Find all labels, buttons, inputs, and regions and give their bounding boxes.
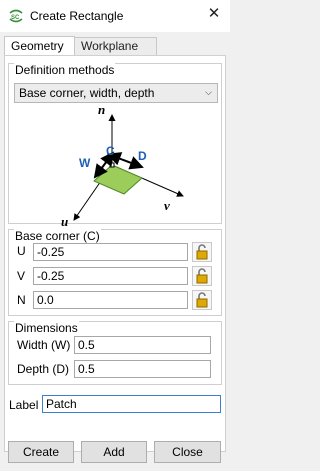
label-field-label: Label bbox=[9, 398, 39, 412]
window-title: Create Rectangle bbox=[30, 9, 124, 23]
n-axis-label: n bbox=[98, 108, 105, 117]
u-label: U bbox=[17, 244, 26, 258]
depth-input[interactable]: 0.5 bbox=[74, 360, 211, 378]
create-button[interactable]: Create bbox=[8, 441, 74, 463]
definition-method-value: Base corner, width, depth bbox=[19, 86, 155, 100]
dimensions-label: Dimensions bbox=[14, 321, 79, 335]
width-label: W bbox=[79, 156, 91, 170]
corner-label: C bbox=[106, 144, 115, 158]
definition-methods-label: Definition methods bbox=[14, 63, 116, 77]
app-logo-icon: SC bbox=[9, 9, 23, 23]
n-input[interactable]: 0.0 bbox=[33, 291, 188, 309]
chevron-down-icon: ⌵ bbox=[205, 87, 212, 97]
width-input[interactable]: 0.5 bbox=[74, 336, 211, 354]
v-axis-label: v bbox=[164, 198, 170, 213]
close-icon[interactable]: ✕ bbox=[206, 6, 222, 22]
u-axis-label: u bbox=[61, 214, 68, 229]
title-bar: SC Create Rectangle ✕ bbox=[0, 0, 230, 32]
n-lock-icon[interactable] bbox=[192, 290, 212, 310]
n-label: N bbox=[17, 293, 26, 307]
tab-geometry[interactable]: Geometry bbox=[4, 36, 75, 57]
v-label: V bbox=[17, 269, 26, 283]
depth-field-label: Depth (D) bbox=[17, 362, 70, 376]
definition-method-select[interactable]: Base corner, width, depth ⌵ bbox=[14, 83, 218, 103]
u-lock-icon[interactable] bbox=[192, 242, 212, 262]
tab-workplane[interactable]: Workplane bbox=[74, 37, 157, 55]
v-input[interactable]: -0.25 bbox=[33, 267, 188, 285]
v-lock-icon[interactable] bbox=[192, 266, 212, 286]
definition-methods-group: Definition methods Base corner, width, d… bbox=[8, 63, 222, 229]
label-input[interactable]: Patch bbox=[42, 395, 221, 413]
base-corner-label: Base corner (C) bbox=[14, 229, 101, 243]
width-field-label: Width (W) bbox=[17, 338, 71, 352]
base-corner-point bbox=[109, 162, 115, 168]
u-input[interactable]: -0.25 bbox=[33, 243, 188, 261]
svg-text:SC: SC bbox=[11, 15, 20, 21]
close-button[interactable]: Close bbox=[154, 441, 221, 463]
depth-label: D bbox=[138, 149, 147, 163]
add-button[interactable]: Add bbox=[81, 441, 147, 463]
